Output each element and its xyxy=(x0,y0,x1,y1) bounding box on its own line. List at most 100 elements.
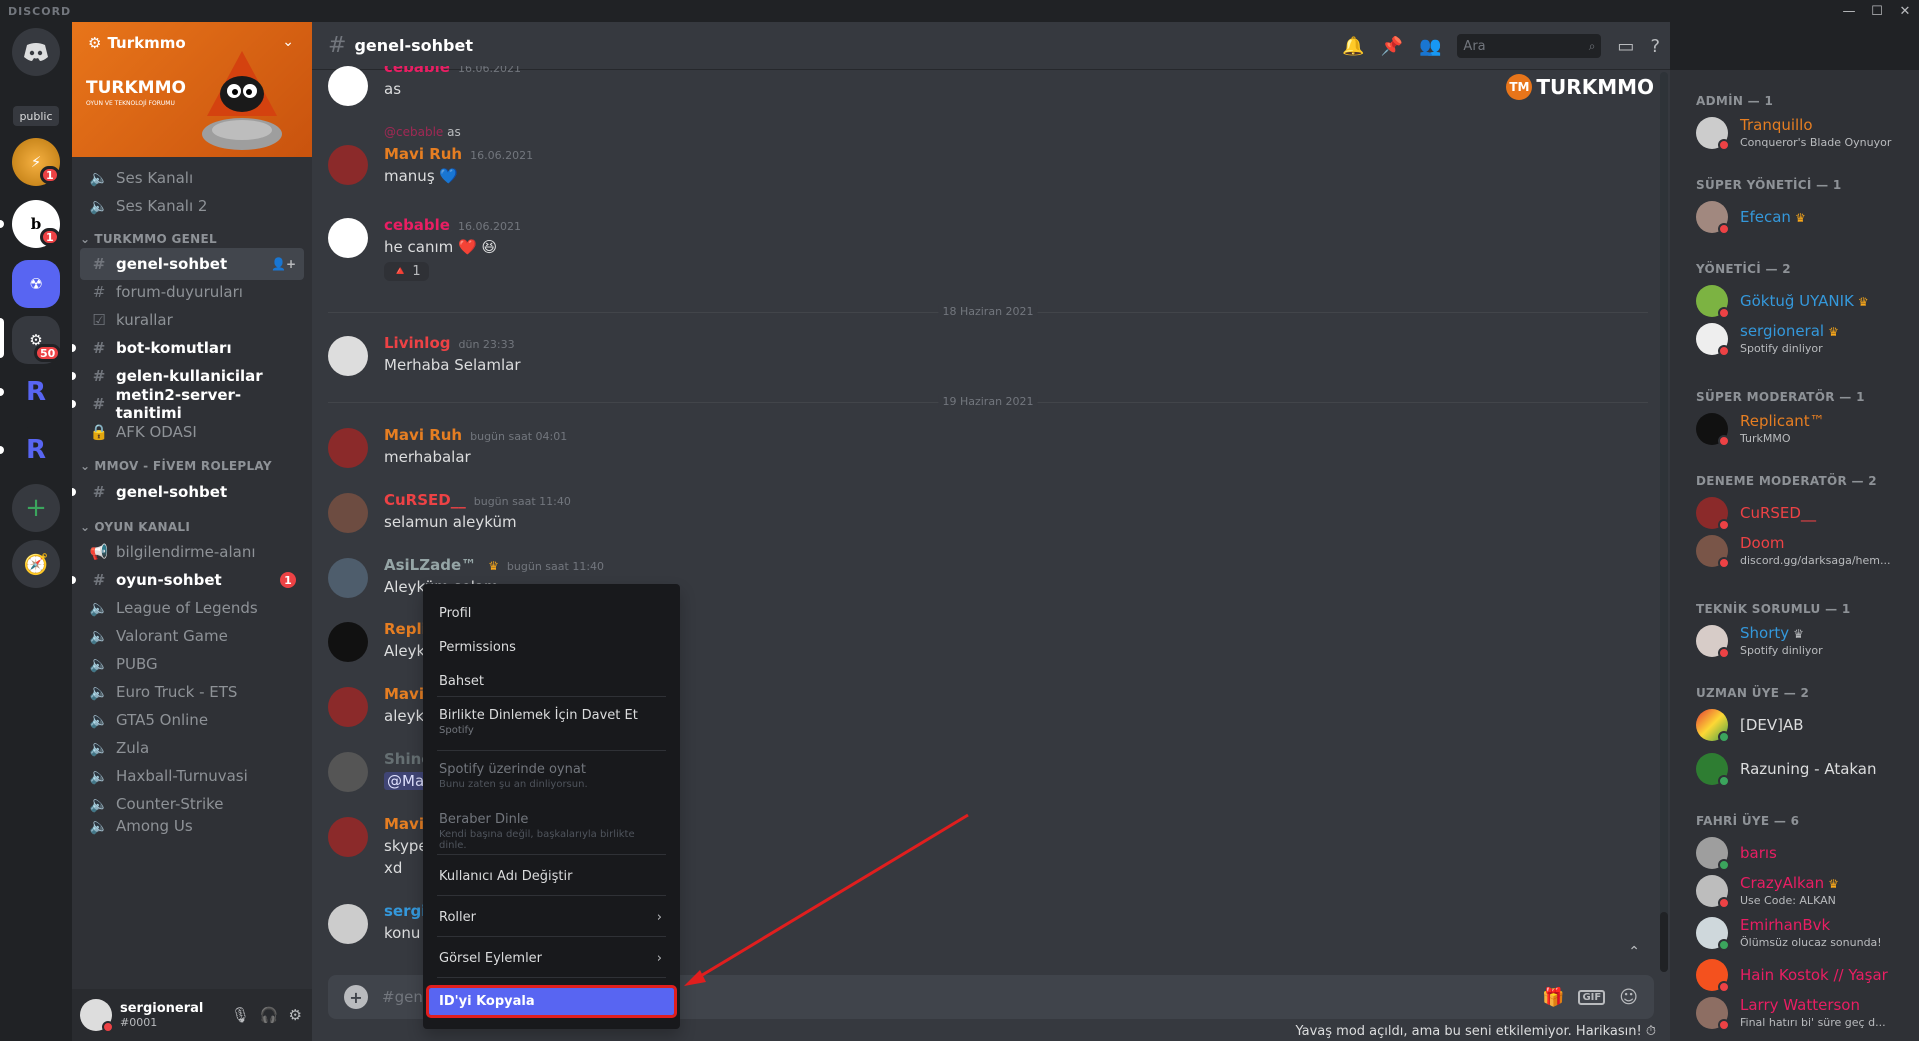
reply-preview[interactable]: @cebable as xyxy=(384,125,461,139)
inbox-icon[interactable]: ▭ xyxy=(1617,36,1634,57)
avatar[interactable] xyxy=(328,687,368,727)
minimize-button[interactable]: — xyxy=(1835,0,1863,22)
message-mention[interactable]: @Ma xyxy=(384,772,428,790)
message-author[interactable]: cebable xyxy=(384,66,450,76)
menu-item-mention[interactable]: Bahset xyxy=(429,668,674,695)
member-item[interactable]: Efecan ♛ xyxy=(1696,196,1911,238)
close-button[interactable]: ✕ xyxy=(1891,0,1919,22)
member-item[interactable]: EmirhanBvk Ölümsüz olucaz sonunda! xyxy=(1696,912,1911,954)
server-icon-3[interactable]: ☢ xyxy=(12,260,60,308)
channel-afk[interactable]: 🔒 AFK ODASI xyxy=(80,416,304,448)
message-author[interactable]: Livinlog xyxy=(384,334,450,352)
maximize-button[interactable]: ☐ xyxy=(1863,0,1891,22)
members-icon[interactable]: 👥 xyxy=(1419,36,1441,57)
gif-button[interactable]: GIF xyxy=(1578,989,1606,1005)
menu-item-permissions[interactable]: Permissions xyxy=(429,634,674,661)
menu-item-change-nickname[interactable]: Kullanıcı Adı Değiştir xyxy=(429,863,674,890)
message[interactable]: CuRSED__ bugün saat 11:40 selamun aleyküm xyxy=(328,491,1648,541)
role-header: TEKNİK SORUMLU — 1 xyxy=(1696,602,1851,616)
member-item[interactable]: Hain Kostok // Yaşar xyxy=(1696,954,1911,996)
avatar[interactable] xyxy=(328,817,368,857)
scrollbar-thumb[interactable] xyxy=(1660,912,1668,972)
member-item[interactable]: Tranquillo Conqueror's Blade Oynuyor xyxy=(1696,112,1911,154)
menu-item-profile[interactable]: Profil xyxy=(429,600,674,627)
channel-voice-2[interactable]: 🔈 Ses Kanalı 2 xyxy=(80,190,304,222)
add-server-button[interactable]: + xyxy=(12,484,60,532)
headphones-icon[interactable]: 🎧 xyxy=(260,1006,279,1024)
member-item[interactable]: barıs xyxy=(1696,832,1911,874)
status-dnd-icon xyxy=(1718,647,1730,659)
channel-among[interactable]: 🔈 Among Us xyxy=(80,814,304,838)
member-item[interactable]: Razuning - Atakan xyxy=(1696,748,1911,790)
avatar[interactable] xyxy=(328,493,368,533)
gear-icon[interactable]: ⚙ xyxy=(289,1006,302,1024)
message-author[interactable]: Mavi xyxy=(384,685,424,703)
member-item[interactable]: CuRSED__ xyxy=(1696,492,1911,534)
category-oyun[interactable]: ⌄ OYUN KANALI xyxy=(80,517,304,537)
member-item[interactable]: Doom discord.gg/darksaga/hem... xyxy=(1696,530,1911,572)
message[interactable]: Livinlog dün 23:33 Merhaba Selamlar xyxy=(328,334,1648,384)
message-author[interactable]: AsiLZade™ xyxy=(384,556,476,574)
hash-icon: # xyxy=(92,283,106,301)
server-icon-r1[interactable]: R xyxy=(12,368,60,416)
menu-separator xyxy=(437,854,666,855)
home-button[interactable] xyxy=(12,28,60,76)
help-icon[interactable]: ? xyxy=(1650,36,1660,57)
message[interactable]: Mavi Ruh bugün saat 04:01 merhabalar xyxy=(328,426,1648,476)
member-name: Efecan ♛ xyxy=(1740,208,1806,226)
explore-button[interactable]: 🧭 xyxy=(12,540,60,588)
message[interactable]: cebable 16.06.2021 as xyxy=(328,66,1648,116)
scrollbar-track[interactable] xyxy=(1660,72,1668,972)
crown-icon: ♛ xyxy=(1828,877,1839,891)
invite-icon[interactable]: 👤+ xyxy=(271,257,296,271)
reaction[interactable]: 🔺 1 xyxy=(384,262,429,281)
rules-icon: ☑ xyxy=(92,311,106,329)
message-author[interactable]: CuRSED__ xyxy=(384,491,466,509)
category-turkmmo-genel[interactable]: ⌄ TURKMMO GENEL xyxy=(80,229,304,249)
menu-item-apps[interactable]: Görsel Eylemler › xyxy=(429,945,674,972)
avatar[interactable] xyxy=(328,336,368,376)
jump-up-icon[interactable]: ⌃ xyxy=(1628,944,1640,960)
member-item[interactable]: Replicant™ TurkMMO xyxy=(1696,408,1911,450)
server-icon-r2[interactable]: R xyxy=(12,426,60,474)
message-author[interactable]: sergi xyxy=(384,902,426,920)
microphone-icon[interactable]: 🎙 xyxy=(231,1006,250,1024)
member-item[interactable]: [DEV]AB xyxy=(1696,704,1911,746)
member-item[interactable]: CrazyAlkan ♛ Use Code: ALKAN xyxy=(1696,870,1911,912)
gift-icon[interactable]: 🎁 xyxy=(1542,987,1564,1008)
search-input[interactable]: Ara ⌕ xyxy=(1457,34,1602,58)
member-item[interactable]: Larry Watterson Final hatırı bi' süre ge… xyxy=(1696,992,1911,1034)
upload-button[interactable]: + xyxy=(344,985,368,1009)
public-label: public xyxy=(13,106,59,126)
category-mmov[interactable]: ⌄ MMOV - FİVEM ROLEPLAY xyxy=(80,456,304,476)
avatar[interactable] xyxy=(328,218,368,258)
avatar[interactable] xyxy=(328,66,368,106)
avatar[interactable] xyxy=(328,752,368,792)
member-item[interactable]: sergioneral ♛ Spotify dinliyor xyxy=(1696,318,1911,360)
message-author[interactable]: cebable xyxy=(384,216,450,234)
bell-icon[interactable]: 🔔 xyxy=(1342,36,1364,57)
server-name[interactable]: ⚙ Turkmmo xyxy=(88,34,186,52)
member-item[interactable]: Shorty ♛ Spotify dinliyor xyxy=(1696,620,1911,662)
server-banner[interactable]: ⚙ Turkmmo ⌄ TURKMMO OYUN VE TEKNOLOJİ FOR… xyxy=(72,22,312,157)
avatar[interactable] xyxy=(328,428,368,468)
message[interactable]: @cebable as Mavi Ruh 16.06.2021 manuş 💙 xyxy=(328,125,1648,195)
message-author[interactable]: Mavi Ruh xyxy=(384,145,462,163)
message[interactable]: cebable 16.06.2021 he canım ❤️ 😆 🔺 1 xyxy=(328,216,1648,296)
emoji-icon[interactable]: ☺ xyxy=(1619,987,1638,1008)
menu-item-invite-listen[interactable]: Birlikte Dinlemek İçin Davet Et Spotify xyxy=(429,702,674,742)
member-item[interactable]: Göktuğ UYANIK ♛ xyxy=(1696,280,1911,322)
menu-item-roles[interactable]: Roller › xyxy=(429,904,674,931)
title-bar: DISCORD — ☐ ✕ xyxy=(0,0,1919,22)
avatar[interactable] xyxy=(328,904,368,944)
avatar[interactable] xyxy=(328,145,368,185)
channel-genel-sohbet-2[interactable]: # genel-sohbet xyxy=(72,476,304,508)
avatar[interactable] xyxy=(328,558,368,598)
message-author[interactable]: Mavi xyxy=(384,815,424,833)
member-name-text: sergioneral xyxy=(1740,322,1825,340)
message-author[interactable]: Mavi Ruh xyxy=(384,426,462,444)
menu-item-copy-id[interactable]: ID'yi Kopyala xyxy=(426,985,677,1018)
avatar[interactable] xyxy=(328,622,368,662)
avatar[interactable] xyxy=(80,999,114,1033)
pin-icon[interactable]: 📌 xyxy=(1381,36,1403,57)
